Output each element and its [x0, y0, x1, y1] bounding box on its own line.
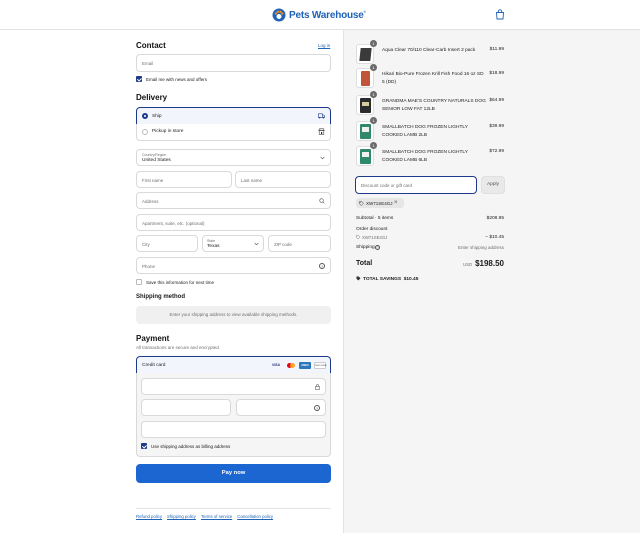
newsletter-checkbox[interactable] — [136, 76, 142, 82]
chevron-down-icon — [320, 156, 325, 160]
login-link[interactable]: Log in — [318, 43, 330, 48]
item-price: $64.99 — [489, 98, 504, 103]
cancellation-policy-link[interactable]: Cancellation policy — [237, 514, 273, 519]
discover-icon: DISCOVER — [314, 362, 326, 369]
order-item: 1 SMALLBATCH DOG FROZEN LIGHTLY COOKED L… — [356, 142, 506, 168]
item-price: $18.99 — [489, 71, 504, 76]
footer-links: Refund policy Shipping policy Terms of ser… — [136, 514, 278, 520]
ship-option[interactable]: Ship — [136, 107, 331, 125]
shipping-policy-link[interactable]: Shipping policy — [167, 514, 196, 519]
remove-code-icon[interactable]: × — [394, 200, 398, 206]
discount-code-input[interactable]: Discount code or gift card — [355, 176, 477, 194]
billing-address-checkbox[interactable] — [141, 443, 147, 449]
delivery-heading: Delivery — [136, 93, 168, 102]
header: Pets Warehouse® — [0, 0, 640, 30]
quantity-badge: 1 — [370, 117, 377, 124]
zip-field[interactable]: ZIP code — [268, 235, 331, 252]
payment-heading: Payment — [136, 334, 170, 343]
terms-of-service-link[interactable]: Terms of service — [201, 514, 232, 519]
card-number-field[interactable] — [141, 378, 326, 395]
discount-code-label: XW71SE4GJ — [362, 235, 388, 240]
item-name: SMALLBATCH DOG FROZEN LIGHTLY COOKED LAM… — [382, 150, 468, 163]
shipping-method-heading: Shipping method — [136, 294, 185, 300]
item-price: $72.99 — [489, 149, 504, 154]
product-thumbnail — [356, 121, 374, 141]
billing-address-label: Use shipping address as billing address — [151, 443, 231, 449]
save-info-checkbox[interactable] — [136, 279, 142, 285]
tag-icon — [356, 235, 361, 240]
shopping-bag-icon[interactable] — [495, 9, 505, 20]
help-icon[interactable]: ? — [314, 405, 320, 411]
save-info-label: Save this information for next time — [146, 279, 215, 285]
shipping-label: Shipping — [356, 245, 375, 250]
paw-logo-icon — [272, 8, 286, 22]
total-label: Total — [356, 260, 373, 267]
pickup-radio[interactable] — [142, 129, 148, 135]
mastercard-icon — [285, 362, 297, 369]
tag-icon — [359, 200, 364, 206]
product-thumbnail — [356, 95, 374, 115]
quantity-badge: 1 — [370, 40, 377, 47]
chevron-down-icon — [254, 242, 259, 246]
item-price: $11.99 — [489, 47, 504, 52]
product-thumbnail — [356, 44, 374, 64]
item-name: Hikari Bio-Pure Frozen Krill Fish Food 1… — [382, 72, 484, 85]
total-amount: USD $198.50 — [463, 259, 504, 268]
last-name-field[interactable]: Last name — [235, 171, 331, 188]
credit-card-option[interactable]: Credit card VISA AMEX DISCOVER — [136, 356, 331, 374]
brand-name: Pets Warehouse® — [289, 9, 366, 21]
state-select[interactable]: State Texas — [202, 235, 264, 252]
store-icon — [318, 128, 325, 135]
pickup-option[interactable]: Pickup in store — [136, 124, 331, 141]
item-name: GRANDMA MAE'S COUNTRY NATURALS DOG SENIO… — [382, 99, 486, 112]
order-discount-label: Order discount — [356, 227, 388, 232]
quantity-badge: 1 — [370, 142, 377, 149]
payment-subtitle: All transactions are secure and encrypte… — [136, 345, 221, 350]
lock-icon — [315, 384, 320, 390]
search-icon — [319, 198, 325, 204]
tag-icon — [356, 276, 361, 281]
newsletter-label: Email me with news and offers — [146, 76, 207, 82]
subtotal-label: Subtotal · 5 items — [356, 216, 394, 221]
order-item: 1 Hikari Bio-Pure Frozen Krill Fish Food… — [356, 64, 506, 90]
apartment-field[interactable]: Apartment, suite, etc. (optional) — [136, 214, 331, 231]
pay-now-button[interactable]: Pay now — [136, 464, 331, 483]
shipping-method-notice: Enter your shipping address to view avai… — [136, 306, 331, 324]
visa-icon: VISA — [272, 363, 280, 367]
cardholder-name-field[interactable] — [141, 421, 326, 438]
help-icon[interactable]: ? — [375, 245, 380, 250]
order-item: 1 GRANDMA MAE'S COUNTRY NATURALS DOG SEN… — [356, 91, 506, 117]
email-field[interactable]: Email — [136, 54, 331, 72]
brand-logo[interactable]: Pets Warehouse® — [272, 8, 366, 22]
apply-button[interactable]: Apply — [481, 176, 505, 194]
item-name: Aqua Clear 70/110 Clear-Carb Insert 2 pa… — [382, 48, 476, 53]
ship-radio[interactable] — [142, 113, 148, 119]
discount-value: − $10.45 — [485, 235, 504, 240]
quantity-badge: 1 — [370, 91, 377, 98]
city-field[interactable]: City — [136, 235, 198, 252]
applied-code-tag: XW71SE4GJ × — [356, 198, 404, 208]
refund-policy-link[interactable]: Refund policy — [136, 514, 162, 519]
help-icon[interactable]: ? — [319, 263, 325, 269]
footer-divider — [136, 508, 331, 509]
order-item: 1 SMALLBATCH DOG FROZEN LIGHTLY COOKED L… — [356, 117, 506, 143]
order-item: 1 Aqua Clear 70/110 Clear-Carb Insert 2 … — [356, 40, 506, 66]
item-price: $39.99 — [489, 124, 504, 129]
item-name: SMALLBATCH DOG FROZEN LIGHTLY COOKED LAM… — [382, 125, 468, 138]
phone-field[interactable]: Phone ? — [136, 257, 331, 274]
shipping-value: Enter shipping address — [457, 245, 504, 250]
amex-icon: AMEX — [299, 362, 311, 369]
product-thumbnail — [356, 146, 374, 166]
subtotal-value: $208.95 — [486, 216, 504, 221]
address-field[interactable]: Address — [136, 192, 331, 209]
contact-heading: Contact — [136, 41, 166, 50]
total-savings: TOTAL SAVINGS $10.45 — [356, 276, 418, 282]
truck-icon — [318, 113, 325, 119]
country-select[interactable]: Country/Region United States — [136, 149, 331, 166]
card-expiry-field[interactable] — [141, 399, 231, 416]
quantity-badge: 1 — [370, 64, 377, 71]
first-name-field[interactable]: First name — [136, 171, 232, 188]
product-thumbnail — [356, 68, 374, 88]
card-security-code-field[interactable]: ? — [236, 399, 326, 416]
